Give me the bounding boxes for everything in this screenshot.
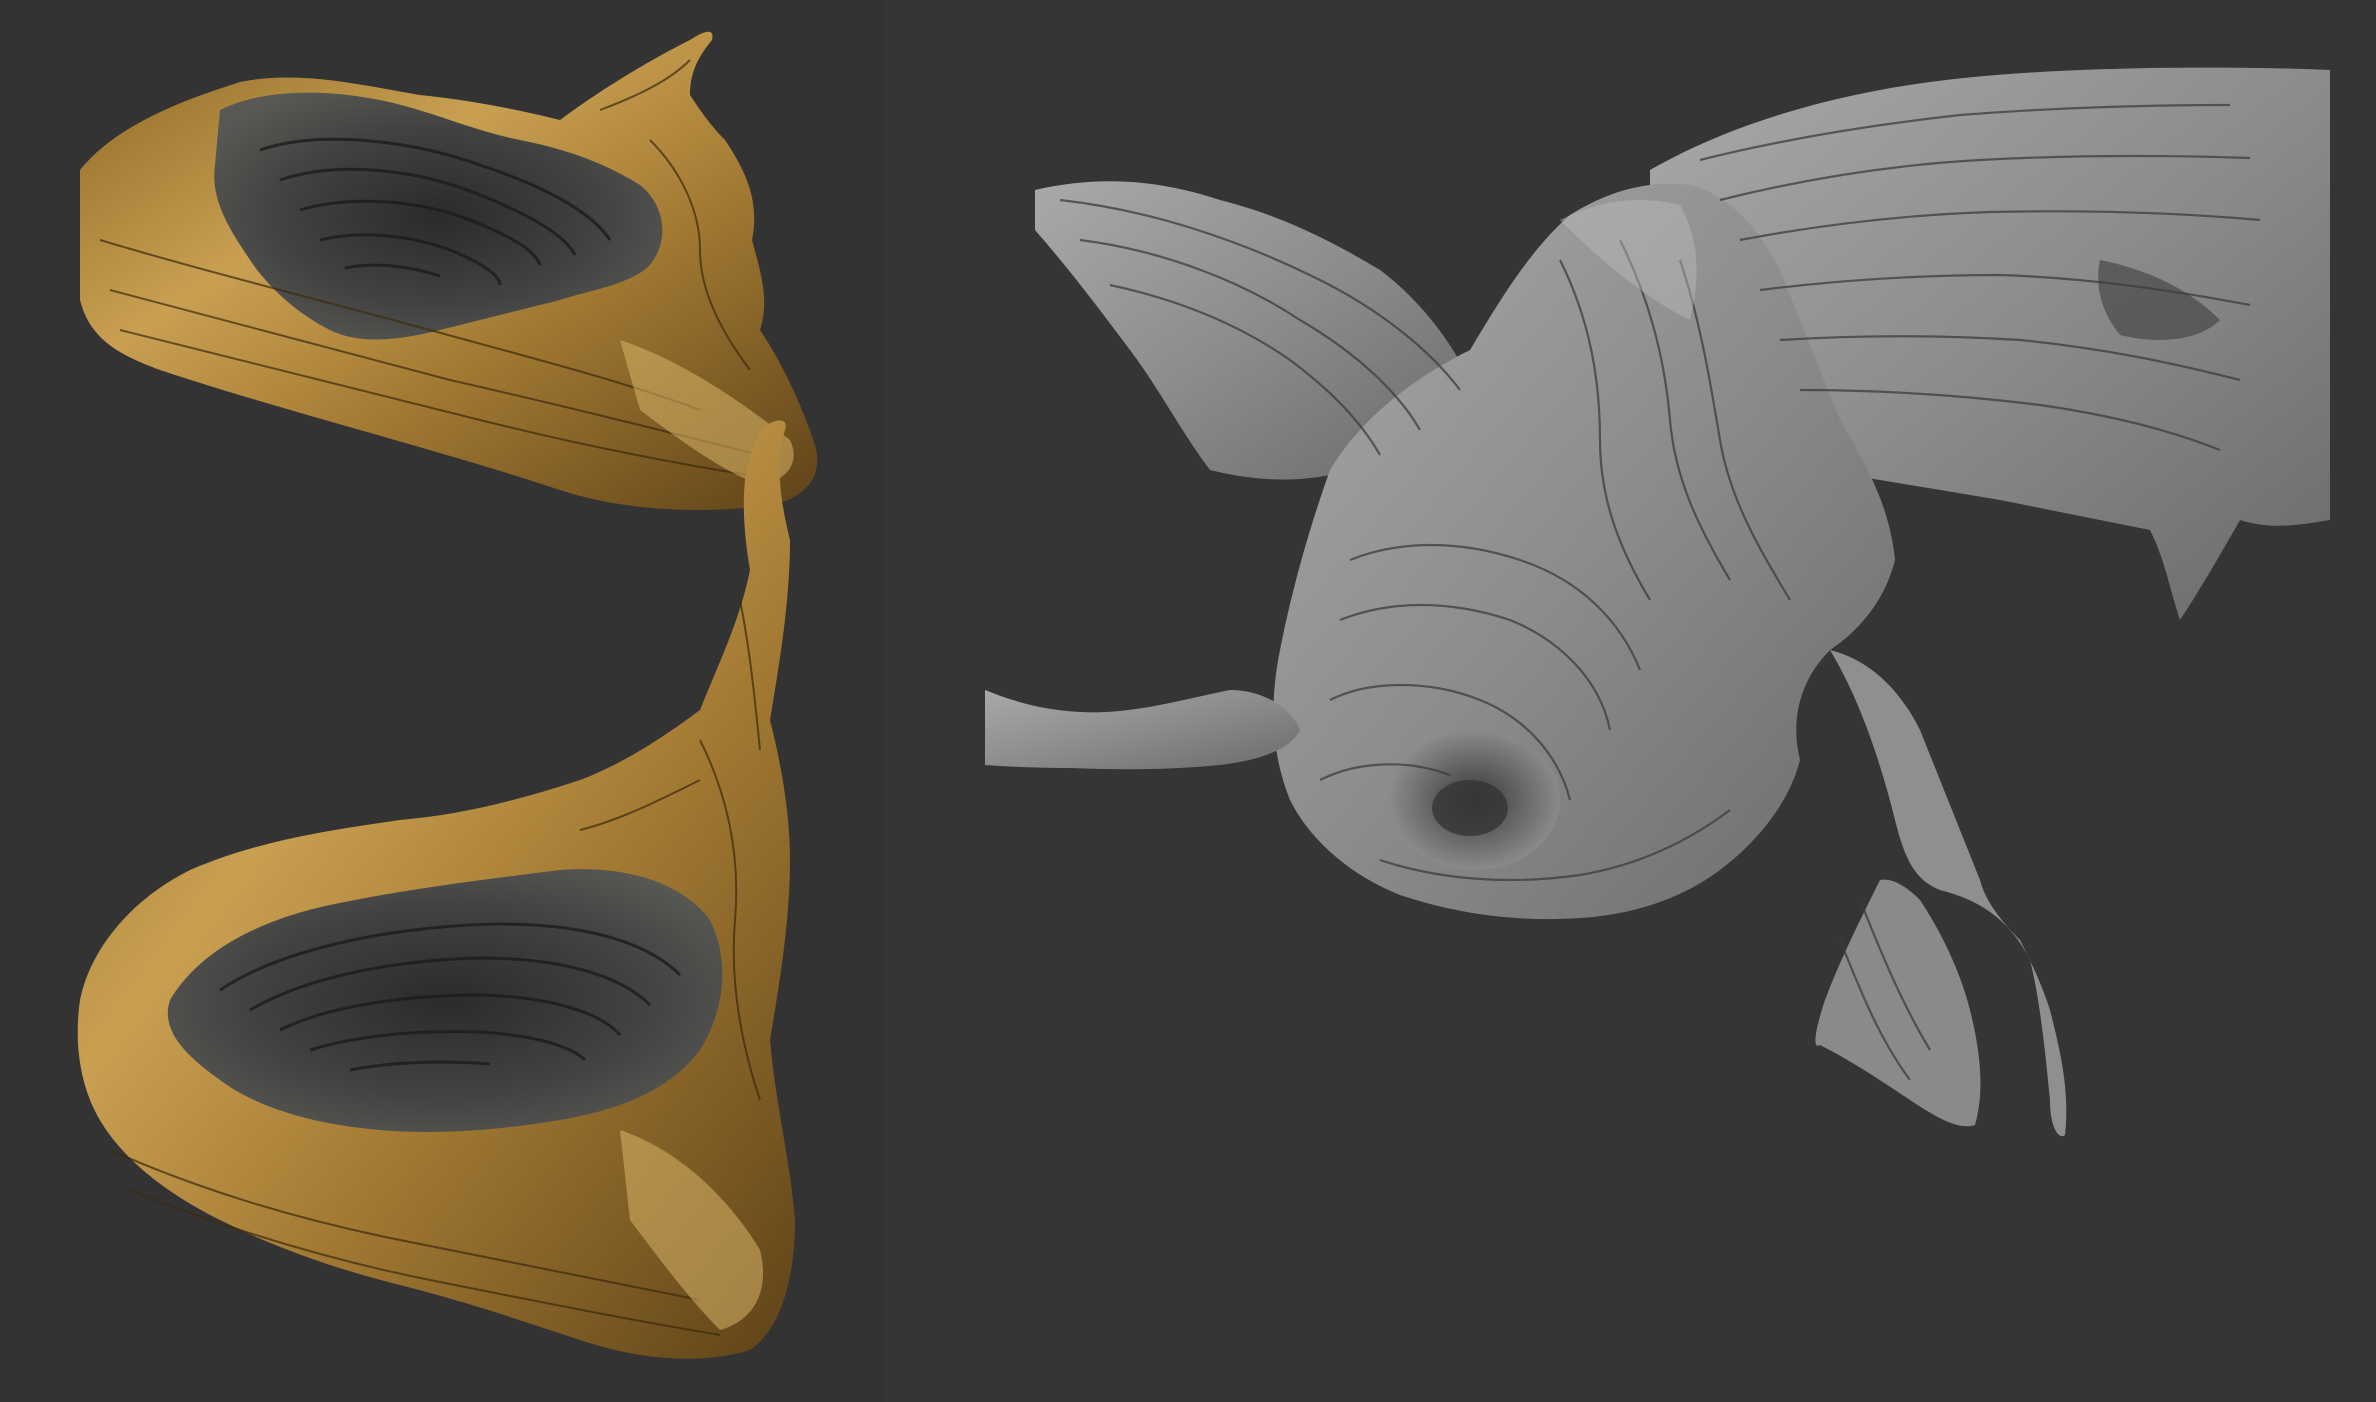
turntable-sheet [0,0,2376,1402]
clay-left-arm [985,690,1300,770]
textured-render-top [80,31,818,510]
clay-claw [1815,879,1981,1127]
clay-swirl-core [1432,780,1508,836]
textured-render-bottom [77,420,795,1359]
clay-sculpt-render [985,67,2330,1137]
sculpt-render-canvas [77,31,2330,1359]
